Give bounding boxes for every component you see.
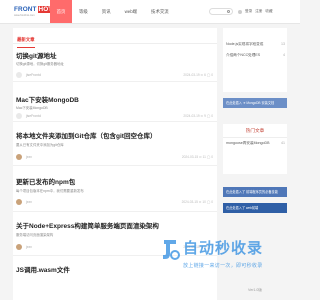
logo-front-text: FRONT	[14, 5, 37, 13]
user-icon	[238, 9, 242, 14]
sidebar-latest-box: Node.js实现将字段变成 13 介绍两个NCC处理ES 4	[223, 28, 287, 92]
sidebar-item-count: 41	[281, 141, 285, 145]
sidebar-hot-item[interactable]: mongoose再安装MongoDB 41	[226, 141, 286, 146]
sidebar-latest-item[interactable]: Node.js实现将字段变成 13	[226, 42, 286, 47]
author-avatar	[16, 154, 22, 160]
watermark: 自动秒收录 放上链接一来访一次，即可秒收录	[160, 236, 300, 276]
sidebar-banner[interactable]: 在此处插入 ➜ MongoDB 安装文档	[223, 98, 287, 108]
login-link[interactable]: 登录	[245, 9, 252, 14]
article-item[interactable]: 将本地文件夹添加到Git仓库（包含git回空仓库） 要从已有文件夹中添加为git…	[13, 122, 217, 166]
register-link[interactable]: 注册	[255, 9, 262, 14]
article-summary: 每个项目包版本在npm中，我们需要重新发布	[16, 189, 84, 193]
watermark-logo-icon	[163, 240, 180, 260]
favorite-link[interactable]: 收藏	[265, 9, 272, 14]
article-meta: 2024-03-19 ⊙ 6 ◯ 0	[183, 73, 213, 77]
sidebar-latest-item[interactable]: 介绍两个NCC处理ES 4	[226, 53, 286, 58]
article-summary: 要从已有文件夹中添加为git仓库	[16, 143, 64, 147]
article-author[interactable]: jxxx	[26, 200, 32, 204]
author-avatar	[16, 244, 22, 250]
search-input[interactable]	[209, 8, 233, 15]
article-meta: 2024-03-15 ⊙ 11 ◯ 0	[181, 155, 213, 159]
user-links: 登录 注册 收藏	[238, 0, 273, 23]
nav-level[interactable]: 等级	[72, 0, 95, 23]
sidebar-item-count: 13	[281, 42, 285, 46]
search-icon[interactable]	[227, 10, 230, 13]
article-title[interactable]: 更新已发布的npm包	[16, 176, 75, 186]
banner-text: 在此处插入了 前端程序员的必备技能	[226, 190, 278, 194]
article-item[interactable]: Mac下安装MongoDB Mac下安装MongoDB jiseFrontd 2…	[13, 82, 217, 122]
author-avatar	[16, 113, 22, 119]
version-label: Ver1.0版	[248, 288, 262, 292]
article-summary: 切换git源地，切换git服务器地址	[16, 62, 64, 66]
article-meta: 2024-03-19 ⊙ 9 ◯ 0	[183, 114, 213, 118]
banner-text: 在此处插入了 web前端	[226, 206, 259, 210]
article-meta: 2024-03-15 ⊙ 10 ◯ 0	[181, 200, 213, 204]
article-title[interactable]: 切换git源地址	[16, 50, 56, 60]
article-title[interactable]: Mac下安装MongoDB	[16, 94, 79, 104]
sidebar-banner[interactable]: 在此处插入了 web前端	[223, 203, 287, 213]
article-title[interactable]: 关于Node+Express构建简单服务端页面渲染架构	[16, 220, 159, 230]
article-author[interactable]: jiseFrontd	[26, 114, 41, 118]
author-avatar	[16, 72, 22, 78]
nav-tech-exchange[interactable]: 技术交流	[144, 0, 176, 23]
article-item[interactable]: 切换git源地址 切换git源地，切换git服务器地址 jiseFrontd 2…	[13, 44, 217, 82]
sidebar-item-label: 介绍两个NCC处理ES	[226, 53, 261, 57]
main-nav: 首页 等级 资讯 web端 技术交流	[50, 0, 176, 23]
article-author[interactable]: jxxx	[26, 245, 32, 249]
article-item[interactable]: 更新已发布的npm包 每个项目包版本在npm中，我们需要重新发布 jxxx 20…	[13, 166, 217, 212]
sidebar-item-count: 4	[283, 53, 285, 57]
article-author[interactable]: jiseFrontd	[26, 73, 41, 77]
article-author[interactable]: jxxx	[26, 155, 32, 159]
watermark-title: 自动秒收录	[183, 240, 264, 257]
hot-articles-header: 热门文章	[223, 124, 287, 138]
sidebar-item-label: Node.js实现将字段变成	[226, 42, 264, 46]
top-header: FRONT HOT www.fronthot.com 首页 等级 资讯 web端…	[0, 0, 300, 24]
article-title[interactable]: 将本地文件夹添加到Git仓库（包含git回空仓库）	[16, 130, 156, 140]
sidebar-banner[interactable]: 在此处插入了 前端程序员的必备技能	[223, 187, 287, 197]
author-avatar	[16, 199, 22, 205]
hot-articles-title: 热门文章	[245, 128, 265, 133]
logo-subtitle: www.fronthot.com	[14, 14, 35, 17]
banner-text: 在此处插入 ➜ MongoDB 安装文档	[226, 101, 275, 105]
logo-word: FRONT HOT	[14, 5, 54, 13]
nav-web[interactable]: web端	[118, 0, 144, 23]
article-summary: Mac下安装MongoDB	[16, 106, 48, 110]
article-summary: 服务端访问页面渲染架构	[16, 233, 54, 237]
watermark-subtitle: 放上链接一来访一次，即可秒收录	[183, 263, 263, 269]
site-logo[interactable]: FRONT HOT www.fronthot.com	[14, 5, 54, 17]
section-header: 最新文章	[13, 28, 217, 48]
nav-news[interactable]: 资讯	[95, 0, 118, 23]
sidebar-hot-box: 热门文章 mongoose再安装MongoDB 41	[223, 124, 287, 174]
article-title[interactable]: JS调用.wasm文件	[16, 264, 70, 274]
nav-home[interactable]: 首页	[50, 0, 72, 23]
sidebar-item-label: mongoose再安装MongoDB	[226, 141, 270, 145]
